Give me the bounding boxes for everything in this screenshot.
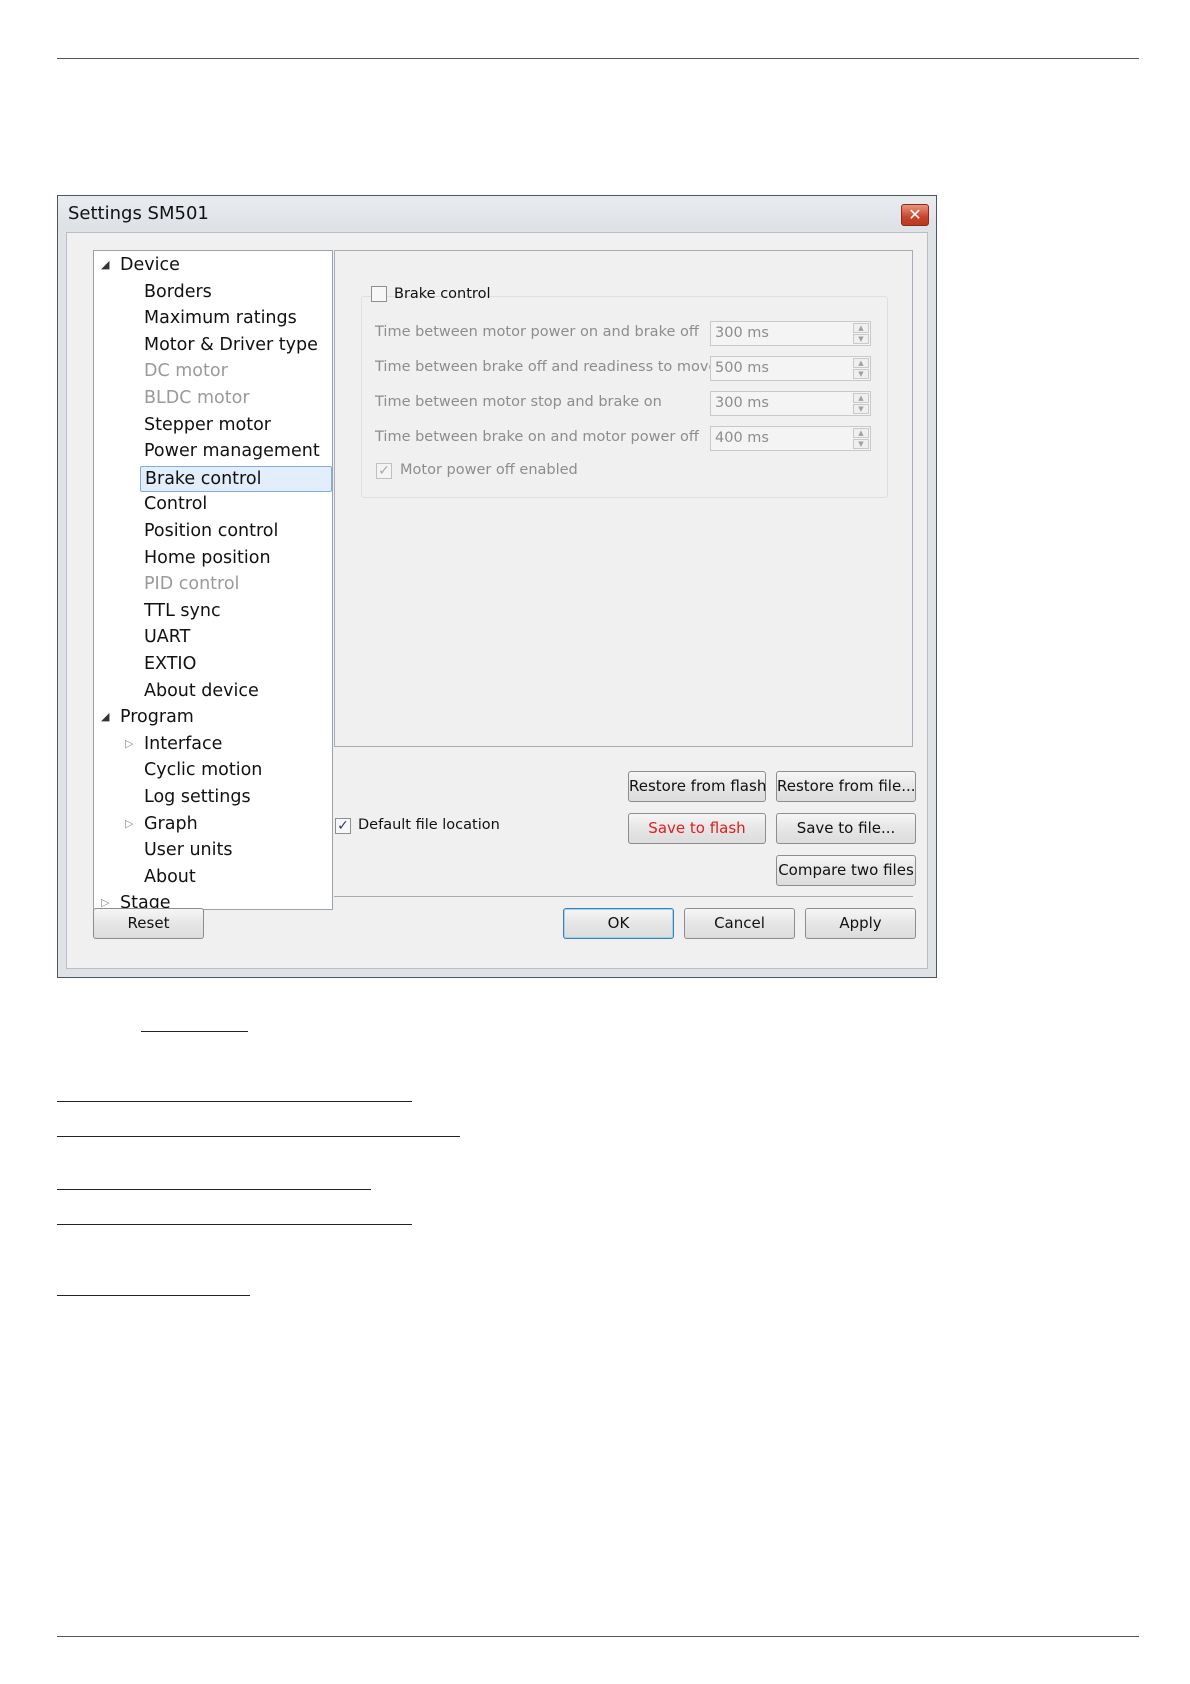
brake-row-spinbox-1: 300 ms ▲ ▼ — [710, 321, 871, 346]
title-bar: Settings SM501 ✕ — [58, 196, 936, 230]
tree-item-home-position[interactable]: Home position — [144, 546, 271, 570]
motor-power-off-checkbox: ✓ — [376, 463, 392, 479]
link-underline-5 — [57, 1295, 250, 1296]
brake-row-spinbox-2: 500 ms ▲ ▼ — [710, 356, 871, 381]
spin-down-icon: ▼ — [853, 369, 869, 379]
tree-item-extio[interactable]: EXTIO — [144, 652, 196, 676]
tree-item-pid-control[interactable]: PID control — [144, 572, 239, 596]
link-underline-1 — [57, 1101, 412, 1102]
tree-item-motor-driver-type[interactable]: Motor & Driver type — [144, 333, 318, 357]
spin-up-icon: ▲ — [853, 428, 869, 438]
tree-item-uart[interactable]: UART — [144, 625, 190, 649]
dialog-body: ◢ Device Borders Maximum ratings Motor & Dri… — [66, 232, 928, 969]
ok-button[interactable]: OK — [563, 908, 674, 939]
apply-button[interactable]: Apply — [805, 908, 916, 939]
collapsed-triangle-icon[interactable]: ▷ — [125, 817, 133, 830]
brake-row-label-1: Time between motor power on and brake of… — [375, 324, 699, 340]
default-file-location-checkbox[interactable]: ✓ — [335, 818, 351, 834]
settings-page-panel: Brake control Time between motor power o… — [334, 250, 913, 747]
motor-power-off-label: Motor power off enabled — [400, 462, 578, 478]
settings-tree[interactable]: ◢ Device Borders Maximum ratings Motor & Dri… — [93, 250, 333, 913]
page-header-rule — [57, 58, 1139, 59]
restore-from-file-button[interactable]: Restore from file... — [776, 771, 916, 802]
brake-row-spinbox-3: 300 ms ▲ ▼ — [710, 391, 871, 416]
tree-item-brake-control[interactable]: Brake control — [140, 465, 332, 492]
brake-row-label-4: Time between brake on and motor power of… — [375, 429, 699, 445]
link-underline-3 — [57, 1189, 371, 1190]
tree-item-position-control[interactable]: Position control — [144, 519, 278, 543]
tree-item-interface[interactable]: Interface — [144, 732, 222, 756]
brake-row-label-2: Time between brake off and readiness to … — [375, 359, 718, 375]
brake-control-checkbox[interactable] — [371, 286, 387, 302]
page-footer-rule — [57, 1636, 1139, 1637]
spin-up-icon: ▲ — [853, 323, 869, 333]
collapsed-triangle-icon[interactable]: ▷ — [125, 737, 133, 750]
close-button[interactable]: ✕ — [901, 204, 929, 226]
spin-down-icon: ▼ — [853, 334, 869, 344]
checkmark-icon: ✓ — [378, 463, 390, 479]
tree-item-bldc-motor[interactable]: BLDC motor — [144, 386, 250, 410]
spinbox-value: 300 ms — [715, 325, 769, 341]
expanded-triangle-icon[interactable]: ◢ — [101, 258, 109, 271]
footer-separator — [334, 896, 913, 897]
tree-item-borders[interactable]: Borders — [144, 280, 212, 304]
brake-control-group-label: Brake control — [394, 286, 491, 302]
tree-item-control[interactable]: Control — [144, 492, 207, 516]
restore-from-flash-button[interactable]: Restore from flash — [628, 771, 766, 802]
tree-item-stepper-motor[interactable]: Stepper motor — [144, 413, 271, 437]
tree-item-program[interactable]: Program — [120, 705, 194, 729]
default-file-location-label: Default file location — [358, 817, 500, 833]
tree-item-graph[interactable]: Graph — [144, 812, 198, 836]
close-icon: ✕ — [908, 205, 922, 224]
tree-item-ttl-sync[interactable]: TTL sync — [144, 599, 221, 623]
settings-window: Settings SM501 ✕ ◢ Device Borders Maximum r… — [57, 195, 937, 978]
tree-item-maximum-ratings[interactable]: Maximum ratings — [144, 306, 297, 330]
save-to-file-button[interactable]: Save to file... — [776, 813, 916, 844]
cancel-button[interactable]: Cancel — [684, 908, 795, 939]
link-underline-2 — [57, 1136, 460, 1137]
tree-item-about[interactable]: About — [144, 865, 196, 889]
tree-item-log-settings[interactable]: Log settings — [144, 785, 251, 809]
spin-down-icon: ▼ — [853, 404, 869, 414]
tree-item-user-units[interactable]: User units — [144, 838, 232, 862]
brake-row-spinbox-4: 400 ms ▲ ▼ — [710, 426, 871, 451]
tree-item-power-management[interactable]: Power management — [144, 439, 320, 463]
spin-up-icon: ▲ — [853, 393, 869, 403]
tree-item-cyclic-motion[interactable]: Cyclic motion — [144, 758, 262, 782]
spinbox-value: 300 ms — [715, 395, 769, 411]
spinbox-value: 500 ms — [715, 360, 769, 376]
reset-button[interactable]: Reset — [93, 908, 204, 939]
window-title: Settings SM501 — [68, 203, 209, 224]
save-to-flash-button[interactable]: Save to flash — [628, 813, 766, 844]
spin-up-icon: ▲ — [853, 358, 869, 368]
tree-item-dc-motor[interactable]: DC motor — [144, 359, 228, 383]
link-underline-4 — [57, 1224, 412, 1225]
spin-down-icon: ▼ — [853, 439, 869, 449]
expanded-triangle-icon[interactable]: ◢ — [101, 710, 109, 723]
compare-two-files-button[interactable]: Compare two files — [776, 855, 916, 886]
tree-item-about-device[interactable]: About device — [144, 679, 259, 703]
brake-row-label-3: Time between motor stop and brake on — [375, 394, 662, 410]
spinbox-value: 400 ms — [715, 430, 769, 446]
tree-item-device[interactable]: Device — [120, 253, 180, 277]
caption-underline — [141, 1031, 248, 1032]
checkmark-icon: ✓ — [337, 818, 349, 834]
